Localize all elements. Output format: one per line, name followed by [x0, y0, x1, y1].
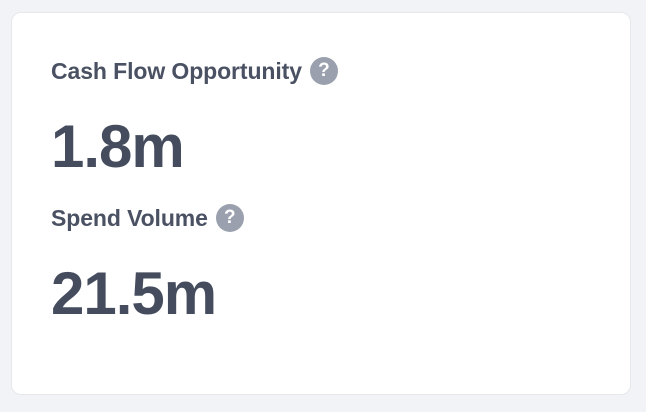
help-icon[interactable]: ?: [215, 204, 244, 232]
metric-label-row: Spend Volume ?: [51, 202, 244, 234]
help-icon[interactable]: ?: [309, 57, 338, 85]
spend-volume-label: Spend Volume: [51, 204, 208, 231]
metric-label-row: Cash Flow Opportunity ?: [51, 55, 338, 87]
cash-flow-opportunity-metric: Cash Flow Opportunity ? 1.8m: [51, 55, 338, 177]
cash-flow-opportunity-label: Cash Flow Opportunity: [51, 57, 302, 84]
spend-volume-value: 21.5m: [51, 260, 217, 327]
spend-volume-metric: Spend Volume ? 21.5m: [51, 202, 244, 324]
metrics-card: Cash Flow Opportunity ? 1.8m Spend Volum…: [11, 12, 631, 395]
cash-flow-opportunity-value: 1.8m: [51, 113, 185, 180]
